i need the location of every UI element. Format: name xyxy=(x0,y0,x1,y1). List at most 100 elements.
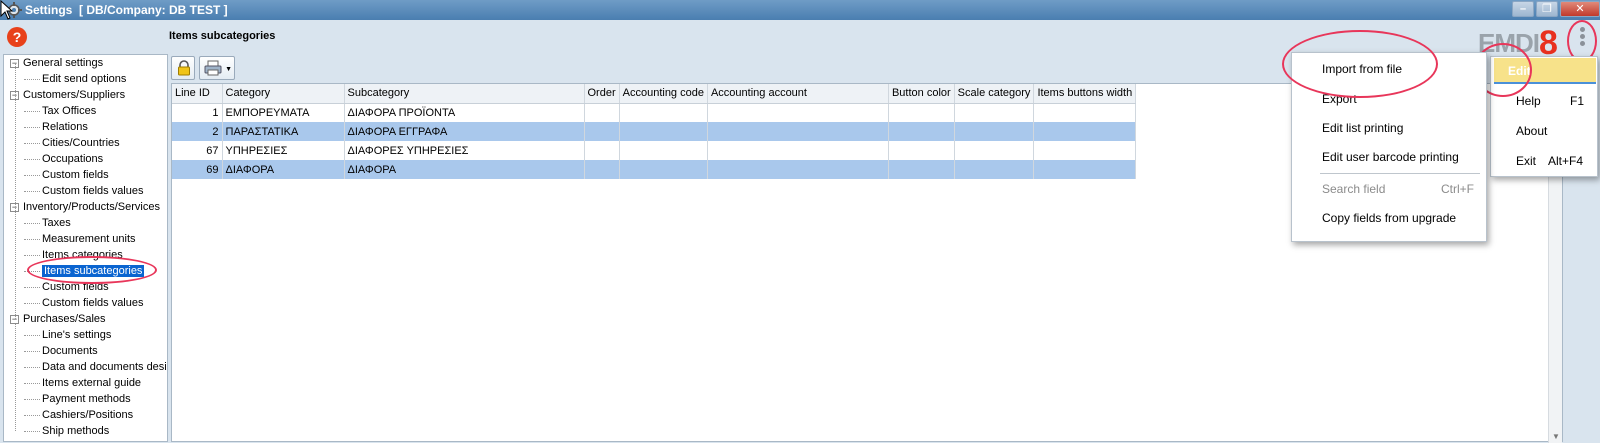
table-cell[interactable] xyxy=(619,160,708,179)
table-cell[interactable] xyxy=(619,103,708,122)
table-cell[interactable]: ΔΙΑΦΟΡΑ xyxy=(222,160,345,179)
table-cell[interactable]: 2 xyxy=(172,122,223,141)
table-row[interactable]: 1 ΕΜΠΟΡΕΥΜΑΤΑ ΔΙΑΦΟΡΑ ΠΡΟΪΟΝΤΑ xyxy=(172,103,1137,122)
table-cell[interactable] xyxy=(707,103,889,122)
table-cell[interactable] xyxy=(954,160,1035,179)
close-button[interactable]: ✕ xyxy=(1560,1,1600,17)
table-cell[interactable]: ΔΙΑΦΟΡΑ ΠΡΟΪΟΝΤΑ xyxy=(344,103,585,122)
table-cell[interactable] xyxy=(888,122,955,141)
column-header[interactable]: Order xyxy=(584,84,620,104)
minimize-button[interactable]: – xyxy=(1512,1,1534,17)
tree-item[interactable]: Taxes xyxy=(24,215,71,231)
restore-button[interactable]: ❐ xyxy=(1536,1,1558,17)
tree-item-label: Edit send options xyxy=(42,73,127,85)
context-menu-item[interactable]: Edit user barcode printing xyxy=(1322,150,1459,164)
context-menu-item[interactable]: Copy fields from upgrade xyxy=(1322,211,1456,225)
table-cell[interactable] xyxy=(619,141,708,160)
tree-item-label: Data and documents desi xyxy=(42,361,167,373)
tree-group[interactable]: − General settings xyxy=(10,55,103,71)
tree-item[interactable]: Items external guide xyxy=(24,375,141,391)
table-row[interactable]: 69 ΔΙΑΦΟΡΑ ΔΙΑΦΟΡΑ xyxy=(172,160,1137,179)
tree-item[interactable]: Line's settings xyxy=(24,327,111,343)
column-header[interactable]: Accounting code xyxy=(619,84,708,104)
tree-item[interactable]: Custom fields values xyxy=(24,183,144,199)
tree-item[interactable]: Cashiers/Positions xyxy=(24,407,133,423)
table-cell[interactable] xyxy=(1033,141,1137,160)
table-cell[interactable] xyxy=(584,160,620,179)
table-cell[interactable] xyxy=(1033,122,1137,141)
print-button[interactable]: ▼ xyxy=(199,56,235,80)
table-cell[interactable] xyxy=(619,122,708,141)
table-cell[interactable] xyxy=(584,103,620,122)
column-header[interactable]: Items buttons width xyxy=(1033,84,1137,104)
tree-item[interactable]: Custom fields values xyxy=(24,295,144,311)
table-row[interactable]: 2 ΠΑΡΑΣΤΑΤΙΚΑ ΔΙΑΦΟΡΑ ΕΓΓΡΑΦΑ xyxy=(172,122,1137,141)
menu-separator xyxy=(1320,173,1480,174)
tree-item[interactable]: Edit send options xyxy=(24,71,126,87)
table-cell[interactable]: ΔΙΑΦΟΡΑ ΕΓΓΡΑΦΑ xyxy=(344,122,585,141)
table-cell[interactable] xyxy=(954,103,1035,122)
column-header[interactable]: Scale category xyxy=(954,84,1035,104)
tree-item[interactable]: Payment methods xyxy=(24,391,131,407)
table-cell[interactable] xyxy=(584,122,620,141)
context-menu-item[interactable]: Edit list printing xyxy=(1322,121,1403,135)
table-cell[interactable] xyxy=(707,141,889,160)
main-menu-item[interactable]: Exit xyxy=(1516,154,1536,168)
table-cell[interactable]: ΠΑΡΑΣΤΑΤΙΚΑ xyxy=(222,122,345,141)
column-header[interactable]: Accounting account xyxy=(707,84,889,104)
table-cell[interactable] xyxy=(584,141,620,160)
table-cell[interactable]: 69 xyxy=(172,160,223,179)
tree-connector xyxy=(24,350,40,352)
tree-item[interactable]: Measurement units xyxy=(24,231,136,247)
tree-group[interactable]: − Customers/Suppliers xyxy=(10,87,125,103)
title-bar: Settings [ DB/Company: DB TEST ] – ❐ ✕ xyxy=(0,0,1600,20)
table-cell[interactable]: ΕΜΠΟΡΕΥΜΑΤΑ xyxy=(222,103,345,122)
tree-connector xyxy=(24,286,40,288)
table-cell[interactable]: 1 xyxy=(172,103,223,122)
table-cell[interactable] xyxy=(888,160,955,179)
table-cell[interactable]: ΔΙΑΦΟΡΑ xyxy=(344,160,585,179)
table-row[interactable]: 67 ΥΠΗΡΕΣΙΕΣ ΔΙΑΦΟΡΕΣ ΥΠΗΡΕΣΙΕΣ xyxy=(172,141,1137,160)
tree-item[interactable]: Custom fields xyxy=(24,167,109,183)
tree-item[interactable]: Occupations xyxy=(24,151,103,167)
column-header[interactable]: Subcategory xyxy=(344,84,585,104)
tree-connector xyxy=(24,142,40,144)
table-cell[interactable] xyxy=(954,141,1035,160)
tree-connector xyxy=(24,78,40,80)
scroll-down-icon[interactable]: ▼ xyxy=(1552,432,1560,441)
tree-item-label: Line's settings xyxy=(42,329,112,341)
table-cell[interactable] xyxy=(707,160,889,179)
tree-connector xyxy=(24,190,40,192)
table-cell[interactable] xyxy=(954,122,1035,141)
mouse-cursor-icon xyxy=(0,0,14,20)
table-cell[interactable] xyxy=(888,103,955,122)
tree-item-label: Custom fields values xyxy=(42,297,144,309)
table-cell[interactable]: ΥΠΗΡΕΣΙΕΣ xyxy=(222,141,345,160)
help-icon[interactable]: ? xyxy=(7,27,27,47)
main-menu-item[interactable]: Help xyxy=(1516,94,1541,108)
main-menu-item[interactable]: About xyxy=(1516,124,1547,138)
tree-item[interactable]: Tax Offices xyxy=(24,103,96,119)
tree-item[interactable]: Documents xyxy=(24,343,98,359)
column-header[interactable]: Button color xyxy=(888,84,955,104)
table-cell[interactable] xyxy=(707,122,889,141)
tree-item[interactable]: Ship methods xyxy=(24,423,109,439)
tree-item[interactable]: Relations xyxy=(24,119,88,135)
tree-group[interactable]: − Purchases/Sales xyxy=(10,311,106,327)
tree-item-label: Payment methods xyxy=(42,393,131,405)
table-cell[interactable]: ΔΙΑΦΟΡΕΣ ΥΠΗΡΕΣΙΕΣ xyxy=(344,141,585,160)
tree-group[interactable]: − Inventory/Products/Services xyxy=(10,199,160,215)
table-cell[interactable]: 67 xyxy=(172,141,223,160)
print-dropdown-arrow-icon[interactable]: ▼ xyxy=(225,66,232,73)
lock-button[interactable] xyxy=(171,56,195,80)
tree-item[interactable]: Data and documents desi xyxy=(24,359,167,375)
column-header[interactable]: Line ID xyxy=(172,84,223,104)
table-cell[interactable] xyxy=(888,141,955,160)
table-cell[interactable] xyxy=(1033,103,1137,122)
tree-connector xyxy=(24,222,40,224)
tree-connector xyxy=(24,398,40,400)
tree-item[interactable]: Cities/Countries xyxy=(24,135,120,151)
column-header[interactable]: Category xyxy=(222,84,345,104)
tree-item-label: Ship methods xyxy=(42,425,110,437)
table-cell[interactable] xyxy=(1033,160,1137,179)
